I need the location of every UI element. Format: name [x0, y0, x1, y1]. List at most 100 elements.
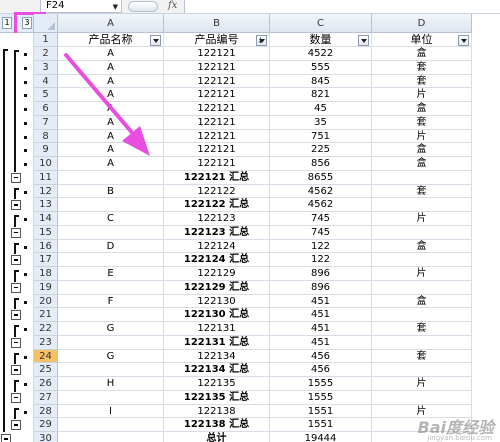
row-header[interactable]: 19 [34, 280, 58, 295]
cell-b[interactable]: 122122 汇总 [164, 198, 270, 212]
row-header[interactable]: 10 [34, 157, 58, 171]
cell-a[interactable] [58, 225, 164, 240]
row-header[interactable]: 16 [34, 239, 58, 254]
cell-a[interactable]: A [58, 47, 164, 61]
cell-c[interactable]: 45 [270, 102, 372, 116]
collapse-group-button[interactable] [11, 420, 21, 431]
cell-c[interactable]: 821 [270, 88, 372, 102]
cell-c[interactable]: 19444 [270, 432, 372, 442]
cell-b[interactable]: 122123 [164, 212, 270, 226]
cell-d[interactable] [372, 390, 472, 405]
cell-c[interactable]: 555 [270, 60, 372, 75]
collapse-group-button[interactable] [11, 172, 21, 183]
cell-a[interactable]: A [58, 143, 164, 157]
cell-c[interactable]: 225 [270, 143, 372, 157]
cell-a[interactable]: A [58, 74, 164, 89]
cell-b[interactable]: 122121 [164, 60, 270, 75]
formula-input[interactable] [184, 0, 500, 13]
row-header[interactable]: 2 [34, 47, 58, 61]
row-header[interactable]: 9 [34, 143, 58, 157]
cell-a[interactable]: A [58, 60, 164, 75]
cell-b[interactable]: 总计 [164, 432, 270, 442]
row-header[interactable]: 24 [34, 349, 58, 364]
cell-c[interactable]: 751 [270, 129, 372, 144]
row-header[interactable]: 27 [34, 390, 58, 405]
cell-b[interactable]: 122121 汇总 [164, 170, 270, 185]
row-header[interactable]: 20 [34, 294, 58, 309]
column-header-a[interactable]: A [58, 14, 164, 33]
row-header[interactable]: 23 [34, 335, 58, 350]
cell-b[interactable]: 122129 [164, 267, 270, 281]
cell-d[interactable]: 单位 [372, 33, 472, 47]
collapse-group-button[interactable] [11, 255, 21, 266]
cell-d[interactable]: 套 [372, 349, 472, 364]
row-header[interactable]: 7 [34, 115, 58, 130]
cell-a[interactable]: G [58, 349, 164, 364]
row-header[interactable]: 3 [34, 60, 58, 75]
cell-c[interactable]: 856 [270, 157, 372, 171]
filter-dropdown-icon[interactable] [358, 35, 369, 46]
cell-b[interactable]: 122121 [164, 102, 270, 116]
cell-c[interactable]: 456 [270, 363, 372, 377]
row-header[interactable]: 1 [34, 33, 58, 47]
cell-a[interactable]: I [58, 404, 164, 419]
cell-b[interactable]: 122121 [164, 88, 270, 102]
row-header[interactable]: 30 [34, 432, 58, 442]
collapse-group-button[interactable] [11, 227, 21, 238]
cell-a[interactable] [58, 170, 164, 185]
row-header[interactable]: 22 [34, 322, 58, 336]
row-header[interactable]: 28 [34, 404, 58, 419]
cell-b[interactable]: 122121 [164, 74, 270, 89]
cell-b[interactable]: 产品编号 [164, 33, 270, 47]
column-header-c[interactable]: C [270, 14, 372, 33]
formula-bar-button[interactable] [128, 1, 158, 12]
cell-d[interactable] [372, 308, 472, 322]
chevron-down-icon[interactable]: ▼ [113, 1, 118, 13]
row-header[interactable]: 11 [34, 170, 58, 185]
cell-a[interactable]: A [58, 115, 164, 130]
cell-c[interactable]: 4522 [270, 47, 372, 61]
cell-c[interactable]: 896 [270, 280, 372, 295]
cell-b[interactable]: 122135 汇总 [164, 390, 270, 405]
cell-b[interactable]: 122129 汇总 [164, 280, 270, 295]
cell-c[interactable]: 1555 [270, 377, 372, 391]
collapse-group-button[interactable] [11, 337, 21, 348]
cell-a[interactable]: E [58, 267, 164, 281]
collapse-group-button[interactable] [11, 310, 21, 321]
cell-b[interactable]: 122134 [164, 349, 270, 364]
cell-b[interactable]: 122121 [164, 157, 270, 171]
cell-d[interactable]: 盒 [372, 47, 472, 61]
collapse-all-button[interactable] [1, 434, 11, 442]
cell-b[interactable]: 122134 汇总 [164, 363, 270, 377]
cell-a[interactable]: 产品名称 [58, 33, 164, 47]
name-box[interactable]: F24 ▼ [40, 0, 122, 13]
row-header[interactable]: 21 [34, 308, 58, 322]
cell-d[interactable]: 片 [372, 212, 472, 226]
cell-c[interactable]: 845 [270, 74, 372, 89]
cell-d[interactable]: 片 [372, 129, 472, 144]
cell-c[interactable]: 451 [270, 322, 372, 336]
row-header[interactable]: 13 [34, 198, 58, 212]
row-header[interactable]: 8 [34, 129, 58, 144]
cell-b[interactable]: 122135 [164, 377, 270, 391]
cell-d[interactable]: 盒 [372, 294, 472, 309]
cell-c[interactable]: 8655 [270, 170, 372, 185]
cell-c[interactable]: 745 [270, 212, 372, 226]
row-header[interactable]: 17 [34, 253, 58, 267]
cell-b[interactable]: 122121 [164, 143, 270, 157]
cell-a[interactable]: D [58, 239, 164, 254]
cell-c[interactable]: 896 [270, 267, 372, 281]
cell-a[interactable]: H [58, 377, 164, 391]
cell-d[interactable]: 套 [372, 60, 472, 75]
cell-b[interactable]: 122122 [164, 184, 270, 199]
cell-d[interactable] [372, 363, 472, 377]
filter-dropdown-icon[interactable] [256, 34, 267, 46]
outline-level-1-button[interactable]: 1 [2, 17, 12, 29]
cell-d[interactable] [372, 253, 472, 267]
row-header[interactable]: 14 [34, 212, 58, 226]
row-header[interactable]: 5 [34, 88, 58, 102]
cell-d[interactable]: 盒 [372, 102, 472, 116]
cell-d[interactable]: 盒 [372, 157, 472, 171]
cell-c[interactable]: 4562 [270, 184, 372, 199]
cell-a[interactable] [58, 253, 164, 267]
